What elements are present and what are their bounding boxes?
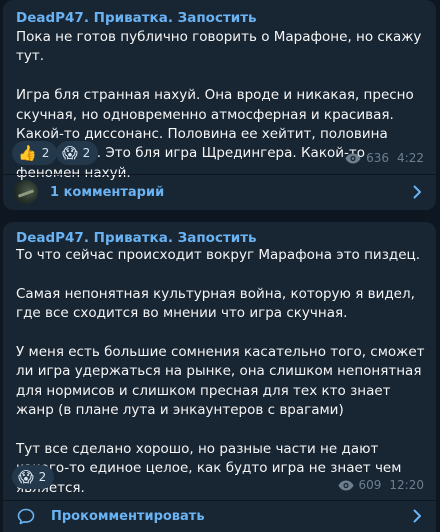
reaction-thumbs-up[interactable]: 👍 2 — [12, 141, 58, 165]
post-paragraph: У меня есть большие сомнения касательно … — [16, 344, 425, 419]
post-paragraph: Пока не готов публично говорить о Марафо… — [16, 29, 422, 65]
view-count: 636 — [366, 151, 390, 165]
channel-post: DeadP47. Приватка. Запостить Пока не гот… — [3, 0, 436, 210]
reaction-count: 2 — [38, 470, 47, 484]
comments-button[interactable]: 1 комментарий — [3, 174, 436, 210]
thumbs-up-icon: 👍 — [18, 143, 37, 162]
commenter-avatar — [14, 180, 38, 204]
chevron-right-icon — [413, 185, 421, 199]
comment-button[interactable]: Прокомментировать — [3, 500, 436, 532]
channel-name[interactable]: DeadP47. Приватка. Запостить — [16, 10, 257, 26]
reaction-count: 2 — [41, 146, 50, 160]
reaction-scream[interactable]: 😱 2 — [12, 465, 55, 489]
channel-name[interactable]: DeadP47. Приватка. Запостить — [16, 230, 257, 246]
post-paragraph: Самая непонятная культурная война, котор… — [16, 285, 415, 322]
post-time: 12:20 — [389, 478, 424, 492]
eye-icon — [345, 153, 361, 163]
scream-icon: 😱 — [62, 143, 78, 162]
scream-icon: 😱 — [18, 467, 34, 486]
chevron-right-icon — [413, 509, 421, 523]
comments-label: 1 комментарий — [50, 184, 165, 200]
post-meta: 609 12:20 — [338, 478, 424, 492]
eye-icon — [338, 480, 353, 490]
post-paragraph: Игра бля странная нахуй. Она вроде и ник… — [16, 87, 414, 181]
post-paragraph: То что сейчас происходит вокруг Марафона… — [16, 247, 421, 263]
channel-post: DeadP47. Приватка. Запостить То что сейч… — [3, 222, 436, 532]
post-text: То что сейчас происходит вокруг Марафона… — [16, 246, 428, 498]
comment-icon — [17, 508, 35, 525]
reaction-scream[interactable]: 😱 2 — [56, 141, 99, 165]
view-count: 609 — [358, 478, 382, 492]
reaction-count: 2 — [82, 146, 91, 160]
comment-label: Прокомментировать — [51, 508, 205, 524]
post-meta: 636 4:22 — [345, 151, 424, 165]
post-time: 4:22 — [397, 151, 424, 165]
